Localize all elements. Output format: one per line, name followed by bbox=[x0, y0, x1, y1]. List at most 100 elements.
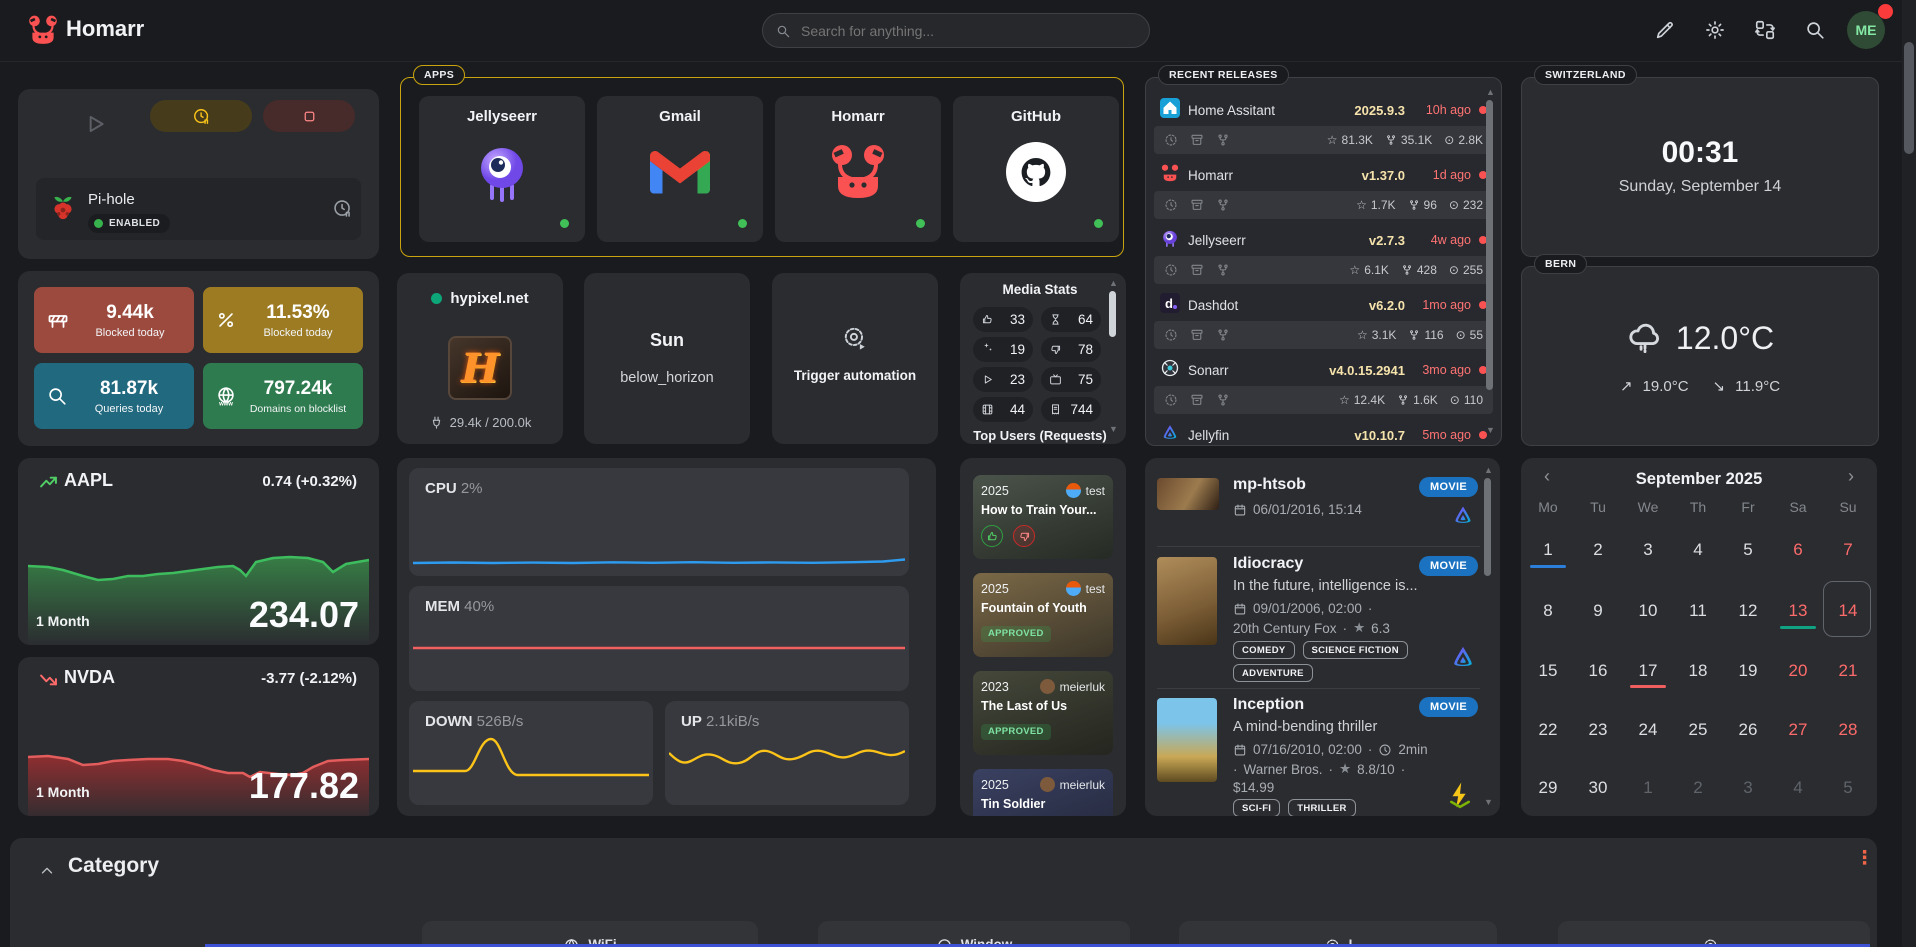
media-item-thumbnail bbox=[1157, 478, 1219, 510]
search-toggle-button[interactable] bbox=[1804, 19, 1826, 41]
calendar-day[interactable]: 3 bbox=[1623, 540, 1673, 560]
jellyfin-icon bbox=[1160, 423, 1180, 448]
calendar-day[interactable]: 2 bbox=[1573, 540, 1623, 560]
calendar-day[interactable]: 28 bbox=[1823, 720, 1873, 740]
app-name: Homarr bbox=[775, 108, 941, 125]
calendar-day[interactable]: 5 bbox=[1823, 778, 1873, 798]
app-tile-github[interactable]: GitHub bbox=[953, 96, 1119, 242]
pihole-status-row[interactable]: Pi-hole ENABLED bbox=[36, 178, 361, 240]
request-card[interactable]: 2025meierluk Tin Soldier bbox=[973, 769, 1113, 816]
page-scrollbar-thumb[interactable] bbox=[1904, 42, 1914, 154]
approve-thumb-up-button[interactable] bbox=[981, 525, 1003, 547]
release-row-jellyseerr[interactable]: Jellyseerr v2.7.3 4w ago bbox=[1154, 226, 1493, 254]
separator: · bbox=[1329, 762, 1334, 777]
scroll-down-arrow[interactable]: ▼ bbox=[1484, 798, 1492, 807]
calendar-day[interactable]: 9 bbox=[1573, 601, 1623, 621]
stock-widget-aapl[interactable]: AAPL 0.74 (+0.32%) 1 Month 234.07 bbox=[18, 458, 379, 645]
app-tile-gmail[interactable]: Gmail bbox=[597, 96, 763, 242]
release-row-homarr[interactable]: Homarr v1.37.0 1d ago bbox=[1154, 161, 1493, 189]
calendar-day[interactable]: 4 bbox=[1673, 540, 1723, 560]
release-row-dashdot[interactable]: d Dashdot v6.2.0 1mo ago bbox=[1154, 291, 1493, 319]
calendar-day[interactable]: 30 bbox=[1573, 778, 1623, 798]
release-row-homeassistant[interactable]: Home Assitant 2025.9.3 10h ago bbox=[1154, 96, 1493, 124]
timer-clock-icon[interactable] bbox=[332, 198, 353, 219]
decline-thumb-down-button[interactable] bbox=[1013, 525, 1035, 547]
calendar-day[interactable]: 1 bbox=[1623, 778, 1673, 798]
calendar-next-button[interactable]: › bbox=[1839, 466, 1863, 490]
calendar-day[interactable]: 1 bbox=[1523, 540, 1573, 560]
scroll-up-arrow[interactable]: ▲ bbox=[1109, 279, 1117, 288]
app-tile-jellyseerr[interactable]: Jellyseerr bbox=[419, 96, 585, 242]
minecraft-server-widget[interactable]: hypixel.net H 29.4k / 200.0k bbox=[397, 273, 563, 444]
stock-widget-nvda[interactable]: NVDA -3.77 (-2.12%) 1 Month 177.82 bbox=[18, 657, 379, 816]
activity-icon bbox=[1164, 328, 1178, 342]
widget-scrollbar-thumb[interactable] bbox=[1484, 478, 1491, 576]
category-menu-dots[interactable]: ⋮ bbox=[1855, 854, 1874, 864]
settings-gear-button[interactable] bbox=[1704, 19, 1726, 41]
calendar-day[interactable]: 10 bbox=[1623, 601, 1673, 621]
release-row-jellyfin[interactable]: Jellyfin v10.10.7 5mo ago bbox=[1154, 421, 1493, 449]
calendar-day[interactable]: 16 bbox=[1573, 661, 1623, 681]
calendar-day[interactable]: 25 bbox=[1673, 720, 1723, 740]
calendar-day[interactable]: 6 bbox=[1773, 540, 1823, 560]
fork-icon bbox=[1216, 393, 1230, 407]
calendar-title[interactable]: September 2025 bbox=[1521, 470, 1877, 489]
calendar-day[interactable]: 8 bbox=[1523, 601, 1573, 621]
calendar-day[interactable]: 4 bbox=[1773, 778, 1823, 798]
media-item-title[interactable]: Idiocracy bbox=[1233, 555, 1303, 573]
app-tile-homarr[interactable]: Homarr bbox=[775, 96, 941, 242]
media-item-title[interactable]: mp-htsob bbox=[1233, 476, 1306, 494]
release-row-sonarr[interactable]: Sonarr v4.0.15.2941 3mo ago bbox=[1154, 356, 1493, 384]
calendar-day[interactable]: 17 bbox=[1623, 661, 1673, 681]
clock-icon bbox=[1378, 743, 1392, 757]
collapse-chevron-up-icon[interactable] bbox=[38, 862, 56, 880]
calendar-day[interactable]: 23 bbox=[1573, 720, 1623, 740]
weather-current-row: 12.0°C bbox=[1522, 319, 1878, 357]
edit-mode-button[interactable] bbox=[1654, 19, 1676, 41]
media-item-poster bbox=[1157, 557, 1217, 645]
calendar-day[interactable]: 22 bbox=[1523, 720, 1573, 740]
thumb-up-icon bbox=[981, 313, 994, 326]
enable-play-icon[interactable] bbox=[82, 111, 108, 137]
request-card[interactable]: 2025test How to Train Your... bbox=[973, 475, 1113, 559]
board-switch-button[interactable] bbox=[1754, 19, 1776, 41]
calendar-day[interactable]: 15 bbox=[1523, 661, 1573, 681]
media-item-title[interactable]: Inception bbox=[1233, 696, 1304, 714]
clock-widget: SWITZERLAND 00:31 Sunday, September 14 bbox=[1521, 77, 1879, 257]
scroll-up-arrow[interactable]: ▲ bbox=[1486, 88, 1494, 97]
scroll-down-arrow[interactable]: ▼ bbox=[1109, 425, 1117, 434]
calendar-day[interactable]: 7 bbox=[1823, 540, 1873, 560]
calendar-day[interactable]: 12 bbox=[1723, 601, 1773, 621]
calendar-day[interactable]: 3 bbox=[1723, 778, 1773, 798]
scroll-down-arrow[interactable]: ▼ bbox=[1486, 426, 1494, 435]
stop-button[interactable] bbox=[263, 100, 355, 132]
automation-widget[interactable]: Trigger automation bbox=[772, 273, 938, 444]
calendar-day[interactable]: 29 bbox=[1523, 778, 1573, 798]
widget-scrollbar-thumb[interactable] bbox=[1486, 100, 1493, 390]
calendar-day[interactable]: 2 bbox=[1673, 778, 1723, 798]
calendar-day[interactable]: 27 bbox=[1773, 720, 1823, 740]
calendar-day[interactable]: 26 bbox=[1723, 720, 1773, 740]
calendar-day[interactable]: 20 bbox=[1773, 661, 1823, 681]
calendar-day-today[interactable]: 14 bbox=[1823, 601, 1873, 621]
calendar-day[interactable]: 24 bbox=[1623, 720, 1673, 740]
widget-scrollbar-thumb[interactable] bbox=[1109, 291, 1116, 337]
archive-icon bbox=[1190, 263, 1204, 277]
calendar-day[interactable]: 21 bbox=[1823, 661, 1873, 681]
event-underline-blue bbox=[1530, 565, 1566, 568]
search-input[interactable] bbox=[799, 22, 1123, 40]
request-card[interactable]: 2023meierluk The Last of Us APPROVED bbox=[973, 671, 1113, 755]
search-bar[interactable] bbox=[762, 13, 1150, 48]
pause-timer-button[interactable] bbox=[150, 100, 252, 132]
calendar-day[interactable]: 13 bbox=[1773, 601, 1823, 621]
scroll-up-arrow[interactable]: ▲ bbox=[1484, 466, 1492, 475]
calendar-day[interactable]: 11 bbox=[1673, 601, 1723, 621]
calendar-day[interactable]: 19 bbox=[1723, 661, 1773, 681]
page-scrollbar[interactable] bbox=[1902, 0, 1916, 947]
event-underline-teal bbox=[1780, 626, 1816, 629]
calendar-day[interactable]: 5 bbox=[1723, 540, 1773, 560]
request-card[interactable]: 2025test Fountain of Youth APPROVED bbox=[973, 573, 1113, 657]
pihole-name: Pi-hole bbox=[88, 191, 135, 208]
releases-section-label: RECENT RELEASES bbox=[1158, 65, 1289, 85]
calendar-day[interactable]: 18 bbox=[1673, 661, 1723, 681]
